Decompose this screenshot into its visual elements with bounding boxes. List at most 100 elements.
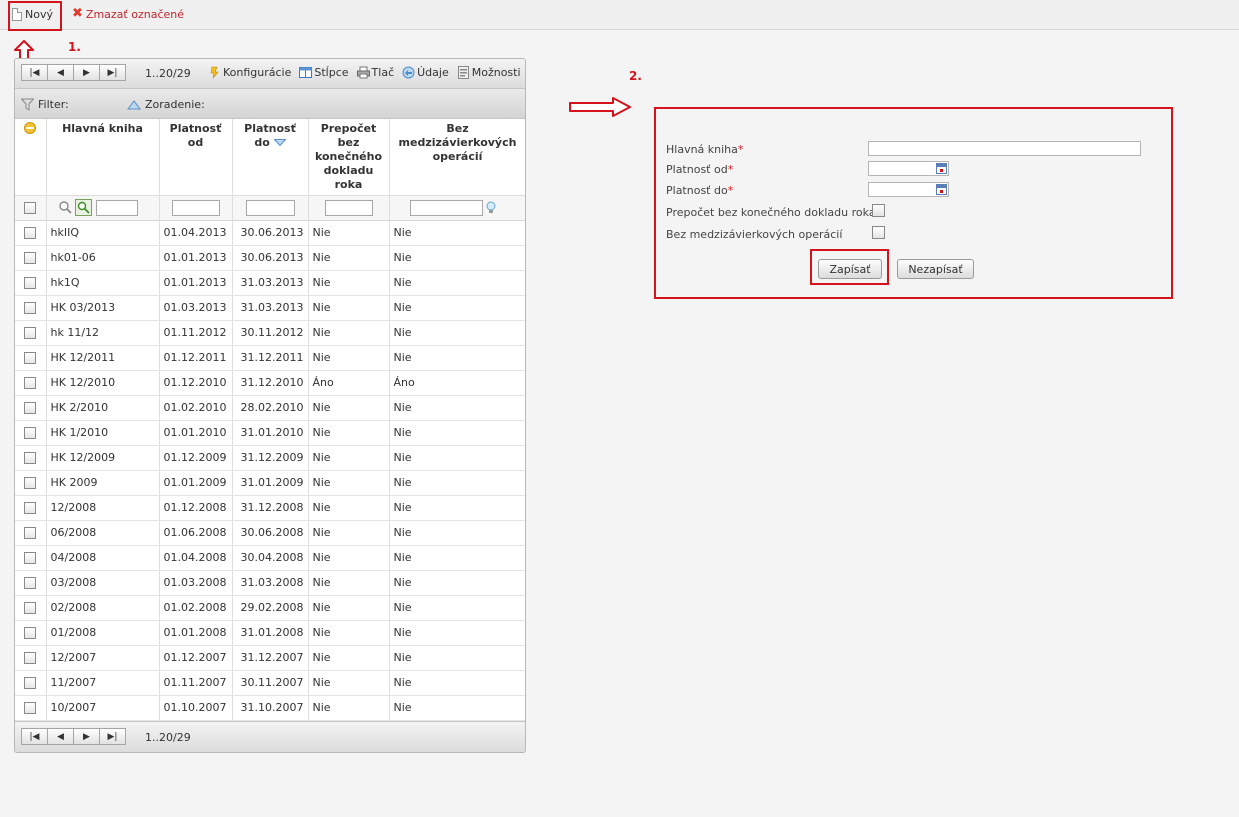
data-button[interactable]: Údaje xyxy=(402,66,449,79)
cell-no-interim: Nie xyxy=(389,270,525,296)
row-checkbox[interactable] xyxy=(24,352,37,364)
valid-from-input[interactable] xyxy=(868,161,949,176)
configurations-button[interactable]: Konfigurácie xyxy=(208,66,291,79)
recalc-filter-input[interactable] xyxy=(324,199,373,216)
row-checkbox[interactable] xyxy=(24,677,37,689)
prev-page-button[interactable]: ◀ xyxy=(47,64,74,81)
table-row[interactable]: 04/2008 01.04.2008 30.04.2008 Nie Nie xyxy=(15,545,525,571)
row-checkbox[interactable] xyxy=(24,427,37,439)
table-row[interactable]: 02/2008 01.02.2008 29.02.2008 Nie Nie xyxy=(15,595,525,621)
row-checkbox[interactable] xyxy=(24,452,37,464)
header-valid-to[interactable]: Platnosť do xyxy=(232,119,309,196)
top-toolbar: Nový ✖ Zmazať označené xyxy=(0,0,1239,30)
table-row[interactable]: HK 2/2010 01.02.2010 28.02.2010 Nie Nie xyxy=(15,395,525,421)
no-interim-checkbox[interactable] xyxy=(872,226,885,239)
row-checkbox[interactable] xyxy=(24,277,37,289)
prev-page-button-bottom[interactable]: ◀ xyxy=(47,728,74,745)
row-select-cell xyxy=(15,395,47,421)
table-row[interactable]: HK 1/2010 01.01.2010 31.01.2010 Nie Nie xyxy=(15,420,525,446)
row-checkbox[interactable] xyxy=(24,652,37,664)
first-page-button[interactable]: |◀ xyxy=(21,64,48,81)
table-row[interactable]: 01/2008 01.01.2008 31.01.2008 Nie Nie xyxy=(15,620,525,646)
cell-ledger: 10/2007 xyxy=(46,695,160,721)
row-checkbox[interactable] xyxy=(24,302,37,314)
print-button[interactable]: Tlač xyxy=(356,66,394,79)
last-page-button[interactable]: ▶| xyxy=(99,64,126,81)
first-page-button-bottom[interactable]: |◀ xyxy=(21,728,48,745)
cell-no-interim: Nie xyxy=(389,620,525,646)
row-checkbox[interactable] xyxy=(24,477,37,489)
delete-selected-button[interactable]: ✖ Zmazať označené xyxy=(72,6,184,22)
search-icon[interactable] xyxy=(58,201,72,214)
table-row[interactable]: 03/2008 01.03.2008 31.03.2008 Nie Nie xyxy=(15,570,525,596)
filter-button[interactable]: Filter: xyxy=(21,98,69,111)
table-row[interactable]: HK 03/2013 01.03.2013 31.03.2013 Nie Nie xyxy=(15,295,525,321)
table-row[interactable]: HK 2009 01.01.2009 31.01.2009 Nie Nie xyxy=(15,470,525,496)
table-row[interactable]: HK 12/2009 01.12.2009 31.12.2009 Nie Nie xyxy=(15,445,525,471)
table-row[interactable]: HK 12/2010 01.12.2010 31.12.2010 Áno Áno xyxy=(15,370,525,396)
cell-ledger: HK 12/2010 xyxy=(46,370,160,396)
select-all-checkbox[interactable] xyxy=(24,202,37,214)
sort-button[interactable]: Zoradenie: xyxy=(127,98,205,111)
header-valid-from[interactable]: Platnosť od xyxy=(159,119,233,196)
cell-valid-from: 01.12.2009 xyxy=(159,445,233,471)
table-row[interactable]: hkIIQ 01.04.2013 30.06.2013 Nie Nie xyxy=(15,220,525,246)
row-checkbox[interactable] xyxy=(24,702,37,714)
no-interim-filter-cell xyxy=(389,195,525,221)
calendar-icon[interactable] xyxy=(936,163,947,174)
annotation-box-save xyxy=(810,249,889,285)
row-checkbox[interactable] xyxy=(24,552,37,564)
table-row[interactable]: hk1Q 01.01.2013 31.03.2013 Nie Nie xyxy=(15,270,525,296)
advanced-search-icon[interactable] xyxy=(75,199,92,216)
table-row[interactable]: hk 11/12 01.11.2012 30.11.2012 Nie Nie xyxy=(15,320,525,346)
valid-from-label-text: Platnosť od xyxy=(666,163,728,176)
valid-from-filter-input[interactable] xyxy=(171,199,220,216)
row-checkbox[interactable] xyxy=(24,627,37,639)
header-recalc[interactable]: Prepočet bez konečného dokladu roka xyxy=(308,119,390,196)
table-row[interactable]: hk01-06 01.01.2013 30.06.2013 Nie Nie xyxy=(15,245,525,271)
row-checkbox[interactable] xyxy=(24,252,37,264)
ledger-filter-input[interactable] xyxy=(95,199,138,216)
calendar-icon[interactable] xyxy=(936,184,947,195)
valid-to-filter-input[interactable] xyxy=(245,199,295,216)
cell-valid-from: 01.12.2008 xyxy=(159,495,233,521)
table-row[interactable]: 10/2007 01.10.2007 31.10.2007 Nie Nie xyxy=(15,695,525,721)
next-page-button[interactable]: ▶ xyxy=(73,64,100,81)
recalc-checkbox[interactable] xyxy=(872,204,885,217)
table-row[interactable]: HK 12/2011 01.12.2011 31.12.2011 Nie Nie xyxy=(15,345,525,371)
ledger-input[interactable] xyxy=(868,141,1141,156)
row-checkbox[interactable] xyxy=(24,227,37,239)
options-button[interactable]: Možnosti xyxy=(457,66,521,79)
delete-x-icon: ✖ xyxy=(72,6,83,21)
columns-button[interactable]: Stĺpce xyxy=(299,66,349,79)
next-page-button-bottom[interactable]: ▶ xyxy=(73,728,100,745)
row-checkbox[interactable] xyxy=(24,602,37,614)
cell-valid-to: 31.01.2009 xyxy=(232,470,309,496)
row-checkbox[interactable] xyxy=(24,502,37,514)
last-page-button-bottom[interactable]: ▶| xyxy=(99,728,126,745)
row-select-cell xyxy=(15,445,47,471)
row-checkbox[interactable] xyxy=(24,577,37,589)
table-row[interactable]: 12/2008 01.12.2008 31.12.2008 Nie Nie xyxy=(15,495,525,521)
header-no-interim[interactable]: Bez medzizávierkových operácií xyxy=(389,119,525,196)
no-interim-filter-input[interactable] xyxy=(409,199,483,216)
lightbulb-icon[interactable] xyxy=(486,201,496,214)
row-checkbox[interactable] xyxy=(24,402,37,414)
row-checkbox[interactable] xyxy=(24,377,37,389)
table-row[interactable]: 12/2007 01.12.2007 31.12.2007 Nie Nie xyxy=(15,645,525,671)
row-select-cell xyxy=(15,645,47,671)
cancel-button[interactable]: Nezapísať xyxy=(897,259,974,279)
cell-valid-to: 30.06.2008 xyxy=(232,520,309,546)
header-ledger[interactable]: Hlavná kniha xyxy=(46,119,160,196)
cell-recalc: Nie xyxy=(308,520,390,546)
valid-to-input[interactable] xyxy=(868,182,949,197)
annotation-box-new xyxy=(8,1,62,31)
table-row[interactable]: 11/2007 01.11.2007 30.11.2007 Nie Nie xyxy=(15,670,525,696)
cell-no-interim: Nie xyxy=(389,320,525,346)
row-checkbox[interactable] xyxy=(24,527,37,539)
row-select-cell xyxy=(15,470,47,496)
row-checkbox[interactable] xyxy=(24,327,37,339)
cell-valid-to: 31.03.2013 xyxy=(232,270,309,296)
cell-recalc: Nie xyxy=(308,445,390,471)
table-row[interactable]: 06/2008 01.06.2008 30.06.2008 Nie Nie xyxy=(15,520,525,546)
